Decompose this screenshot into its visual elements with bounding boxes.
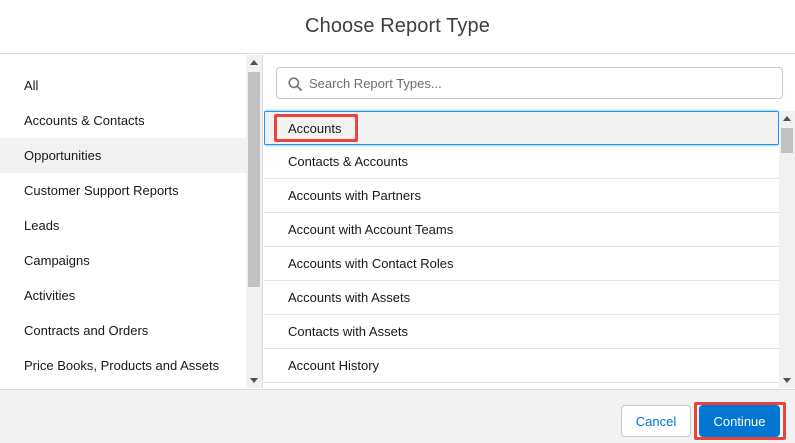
sidebar-scrollbar[interactable] — [246, 55, 262, 388]
report-type-item-accounts-with-partners[interactable]: Accounts with Partners — [264, 179, 779, 213]
category-list: All Accounts & Contacts Opportunities Cu… — [0, 68, 246, 383]
report-type-item-account-history[interactable]: Account History — [264, 349, 779, 383]
report-type-item-accounts-with-contact-roles[interactable]: Accounts with Contact Roles — [264, 247, 779, 281]
continue-button[interactable]: Continue — [699, 405, 780, 437]
category-item-campaigns[interactable]: Campaigns — [0, 243, 246, 278]
category-sidebar: All Accounts & Contacts Opportunities Cu… — [0, 55, 263, 388]
report-type-list: Accounts Contacts & Accounts Accounts wi… — [264, 111, 779, 383]
search-box[interactable] — [276, 67, 783, 99]
report-type-item-accounts[interactable]: Accounts — [264, 111, 779, 145]
sidebar-scroll-thumb[interactable] — [248, 72, 260, 287]
category-item-opportunities[interactable]: Opportunities — [0, 138, 246, 173]
report-list-scroll-thumb[interactable] — [781, 128, 793, 153]
category-item-accounts-contacts[interactable]: Accounts & Contacts — [0, 103, 246, 138]
scroll-up-arrow-icon[interactable] — [783, 116, 791, 121]
report-type-panel: Accounts Contacts & Accounts Accounts wi… — [264, 55, 795, 388]
search-icon — [288, 77, 302, 91]
report-list-scrollbar[interactable] — [779, 111, 795, 388]
category-item-leads[interactable]: Leads — [0, 208, 246, 243]
search-input[interactable] — [309, 68, 769, 98]
modal-title: Choose Report Type — [305, 15, 490, 37]
category-item-activities[interactable]: Activities — [0, 278, 246, 313]
category-item-customer-support-reports[interactable]: Customer Support Reports — [0, 173, 246, 208]
report-type-item-account-with-account-teams[interactable]: Account with Account Teams — [264, 213, 779, 247]
scroll-down-arrow-icon[interactable] — [250, 378, 258, 383]
modal-footer: Cancel Continue — [0, 389, 795, 443]
category-item-all[interactable]: All — [0, 68, 246, 103]
modal-header: Choose Report Type — [0, 0, 795, 54]
category-item-contracts-orders[interactable]: Contracts and Orders — [0, 313, 246, 348]
cancel-button[interactable]: Cancel — [621, 405, 691, 437]
report-type-item-contacts-with-assets[interactable]: Contacts with Assets — [264, 315, 779, 349]
category-item-price-books-products-assets[interactable]: Price Books, Products and Assets — [0, 348, 246, 383]
scroll-down-arrow-icon[interactable] — [783, 378, 791, 383]
scroll-up-arrow-icon[interactable] — [250, 60, 258, 65]
report-type-item-contacts-accounts[interactable]: Contacts & Accounts — [264, 145, 779, 179]
report-type-item-accounts-with-assets[interactable]: Accounts with Assets — [264, 281, 779, 315]
